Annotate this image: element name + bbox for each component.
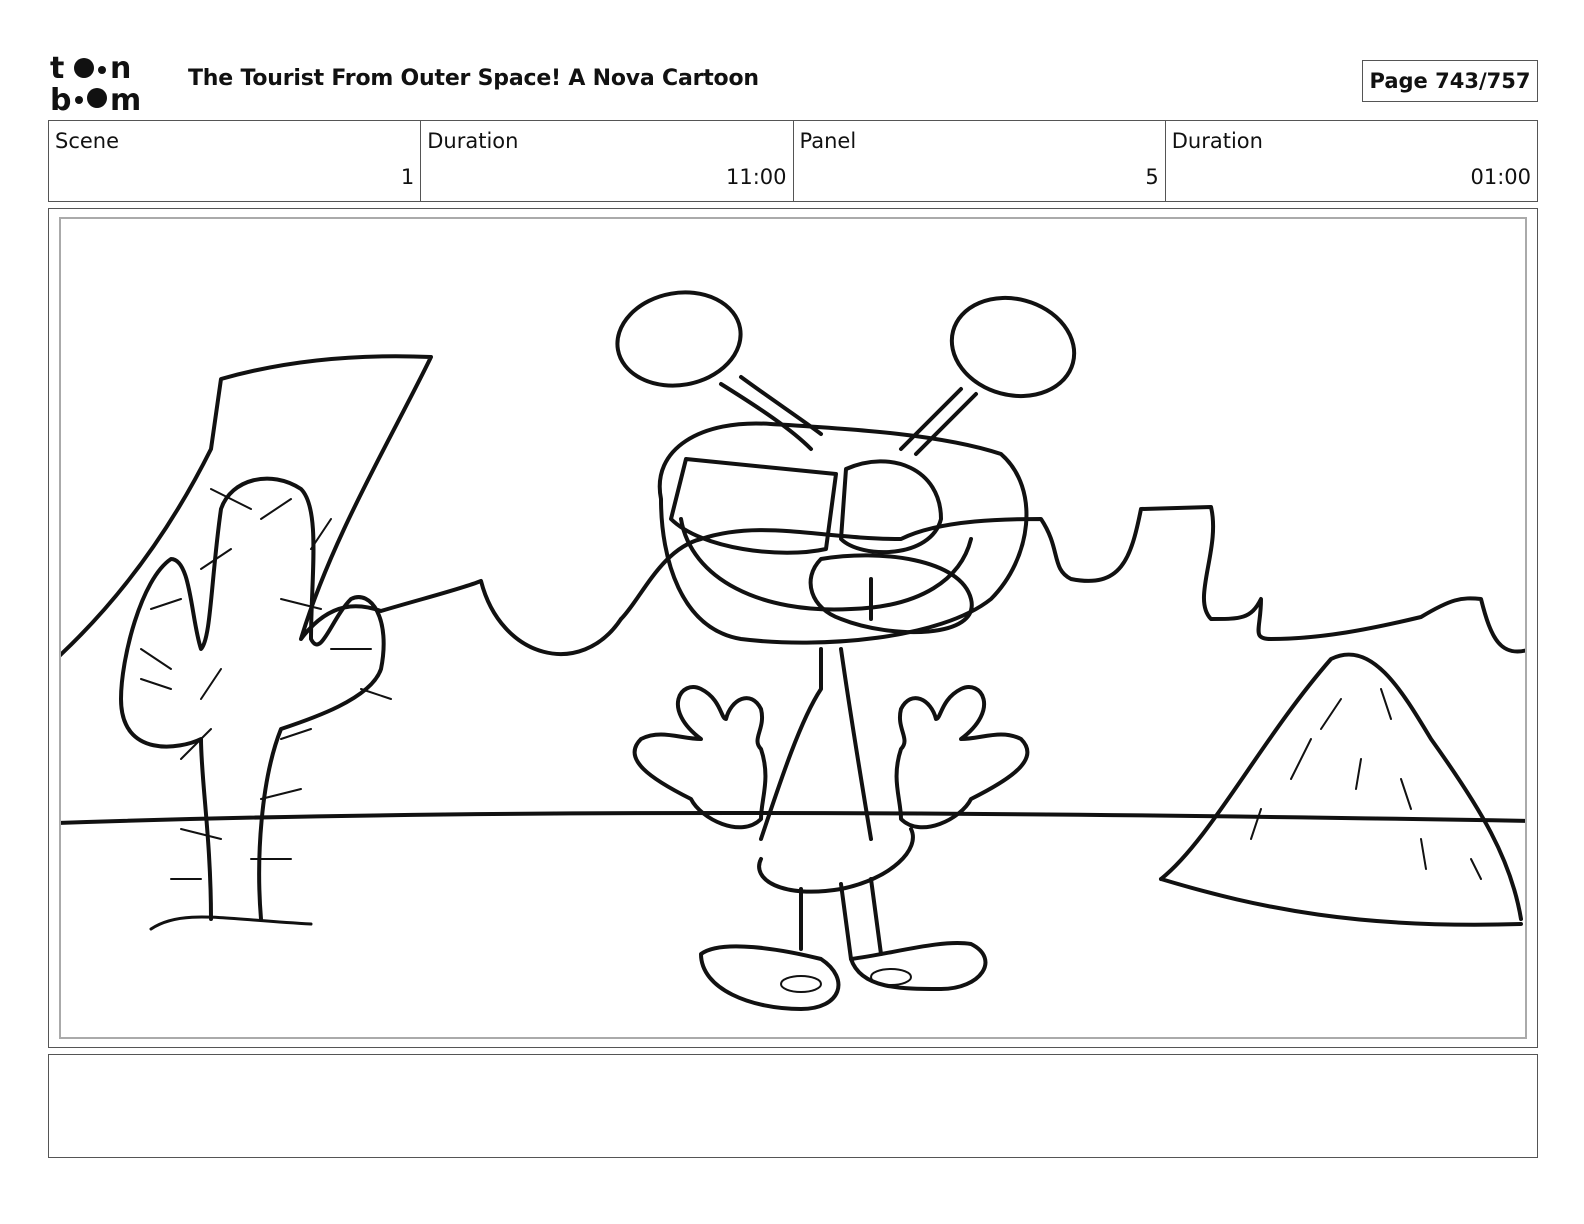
cactus-base bbox=[149, 915, 313, 931]
svg-text:t: t bbox=[50, 51, 64, 86]
scene-duration-label: Duration bbox=[427, 129, 519, 153]
scene-duration-value: 11:00 bbox=[725, 165, 787, 189]
scene-info-table: Scene 1 Duration 11:00 Panel 5 Duration … bbox=[48, 120, 1538, 202]
panel-value: 5 bbox=[1145, 165, 1159, 189]
alien-body bbox=[759, 647, 873, 841]
panel-notes-box bbox=[48, 1054, 1538, 1158]
panel-duration-value: 01:00 bbox=[1470, 165, 1531, 189]
storyboard-panel bbox=[59, 217, 1527, 1039]
storyboard-panel-frame bbox=[48, 208, 1538, 1048]
svg-text:n: n bbox=[110, 51, 131, 86]
alien-hand-left bbox=[632, 685, 768, 830]
scene-cell: Scene 1 bbox=[49, 121, 422, 201]
rock-pile bbox=[1159, 652, 1523, 921]
cactus bbox=[119, 476, 386, 921]
panel-duration-cell: Duration 01:00 bbox=[1166, 121, 1537, 201]
scene-value: 1 bbox=[400, 165, 415, 189]
page-number: Page 743/757 bbox=[1362, 60, 1538, 102]
mesa-middle bbox=[619, 505, 1525, 654]
panel-cell: Panel 5 bbox=[794, 121, 1166, 201]
panel-duration-label: Duration bbox=[1171, 129, 1263, 153]
panel-sketch bbox=[61, 290, 1525, 1011]
alien-antenna-right bbox=[949, 295, 1077, 399]
panel-label: Panel bbox=[799, 129, 857, 153]
horizon-line bbox=[61, 811, 1525, 825]
rock-pile-base bbox=[1159, 877, 1523, 927]
alien-foot-right bbox=[849, 941, 988, 991]
alien-character bbox=[615, 290, 1077, 1011]
alien-hand-right bbox=[894, 685, 1030, 830]
svg-text:b: b bbox=[50, 83, 71, 112]
scene-label: Scene bbox=[55, 129, 120, 153]
alien-foot-left bbox=[699, 944, 841, 1011]
scene-duration-cell: Duration 11:00 bbox=[421, 121, 794, 201]
document-title: The Tourist From Outer Space! A Nova Car… bbox=[188, 66, 759, 91]
svg-text:m: m bbox=[110, 83, 141, 112]
toonboom-logo: t n b m bbox=[50, 50, 165, 112]
alien-antenna-left bbox=[615, 290, 743, 388]
